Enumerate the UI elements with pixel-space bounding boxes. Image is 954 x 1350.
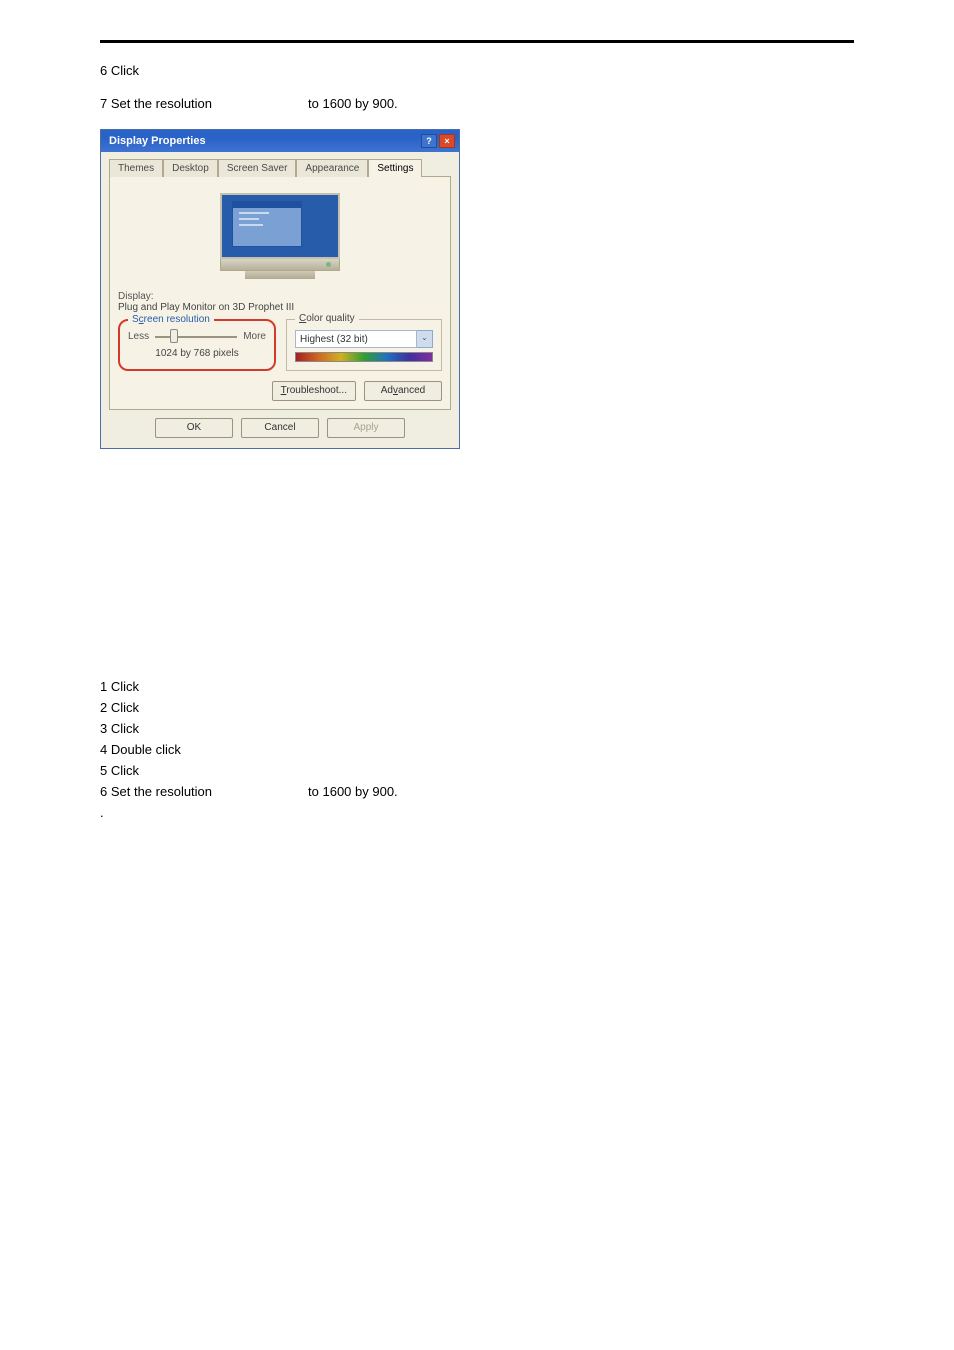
- screen-resolution-legend: Screen resolution: [128, 314, 214, 325]
- tab-appearance[interactable]: Appearance: [296, 159, 368, 177]
- step-6: 6 Click: [100, 63, 854, 78]
- resolution-value: 1024 by 768 pixels: [128, 348, 266, 359]
- advanced-button[interactable]: Advanced: [364, 381, 442, 401]
- display-properties-dialog: Display Properties ? × Themes Desktop Sc…: [100, 129, 460, 449]
- lower-step-4: 4 Double click: [100, 742, 854, 757]
- dialog-tabs: Themes Desktop Screen Saver Appearance S…: [109, 158, 451, 177]
- dialog-titlebar[interactable]: Display Properties ? ×: [101, 130, 459, 152]
- lower-step-2: 2 Click: [100, 700, 854, 715]
- monitor-base: [220, 259, 340, 271]
- ok-button[interactable]: OK: [155, 418, 233, 438]
- display-name: Plug and Play Monitor on 3D Prophet III: [118, 302, 442, 313]
- color-quality-group: Color quality Highest (32 bit) ⌄: [286, 319, 442, 371]
- dialog-title: Display Properties: [109, 135, 206, 147]
- lower-step-6-a: 6 Set the resolution: [100, 784, 212, 799]
- chevron-down-icon[interactable]: ⌄: [417, 330, 433, 348]
- lower-step-3: 3 Click: [100, 721, 854, 736]
- slider-thumb[interactable]: [170, 329, 178, 343]
- lower-step-1: 1 Click: [100, 679, 854, 694]
- preview-window: [232, 201, 302, 247]
- apply-button[interactable]: Apply: [327, 418, 405, 438]
- close-button[interactable]: ×: [439, 134, 455, 148]
- slider-more-label: More: [243, 331, 266, 342]
- tab-themes[interactable]: Themes: [109, 159, 163, 177]
- monitor-screen: [220, 193, 340, 259]
- settings-panel: Display: Plug and Play Monitor on 3D Pro…: [109, 177, 451, 410]
- cancel-button[interactable]: Cancel: [241, 418, 319, 438]
- lower-steps: 1 Click 2 Click 3 Click 4 Double click 5…: [100, 679, 854, 820]
- slider-less-label: Less: [128, 331, 149, 342]
- step-6-text: 6 Click: [100, 63, 139, 78]
- color-preview-bar: [295, 352, 433, 362]
- step-7-text-a: 7 Set the resolution: [100, 96, 212, 111]
- tab-settings[interactable]: Settings: [368, 159, 422, 177]
- color-quality-legend: Color quality: [295, 313, 359, 324]
- page-divider: [100, 40, 854, 43]
- lower-step-6-b: to 1600 by 900.: [308, 784, 398, 799]
- step-7-text-b: to 1600 by 900.: [308, 96, 398, 111]
- troubleshoot-button[interactable]: Troubleshoot...: [272, 381, 356, 401]
- lower-step-5: 5 Click: [100, 763, 854, 778]
- screen-resolution-group: Screen resolution Less More 1024 by 768 …: [118, 319, 276, 371]
- color-quality-value: Highest (32 bit): [300, 334, 368, 345]
- display-label: Display:: [118, 291, 442, 302]
- lower-dot: .: [100, 805, 854, 820]
- resolution-slider[interactable]: [155, 332, 237, 342]
- color-quality-select[interactable]: Highest (32 bit): [295, 330, 417, 348]
- tab-screensaver[interactable]: Screen Saver: [218, 159, 297, 177]
- step-7: 7 Set the resolution to 1600 by 900.: [100, 96, 854, 111]
- lower-step-6: 6 Set the resolution to 1600 by 900.: [100, 784, 854, 799]
- monitor-preview: [118, 187, 442, 281]
- tab-desktop[interactable]: Desktop: [163, 159, 218, 177]
- help-button[interactable]: ?: [421, 134, 437, 148]
- monitor-stand: [245, 271, 315, 279]
